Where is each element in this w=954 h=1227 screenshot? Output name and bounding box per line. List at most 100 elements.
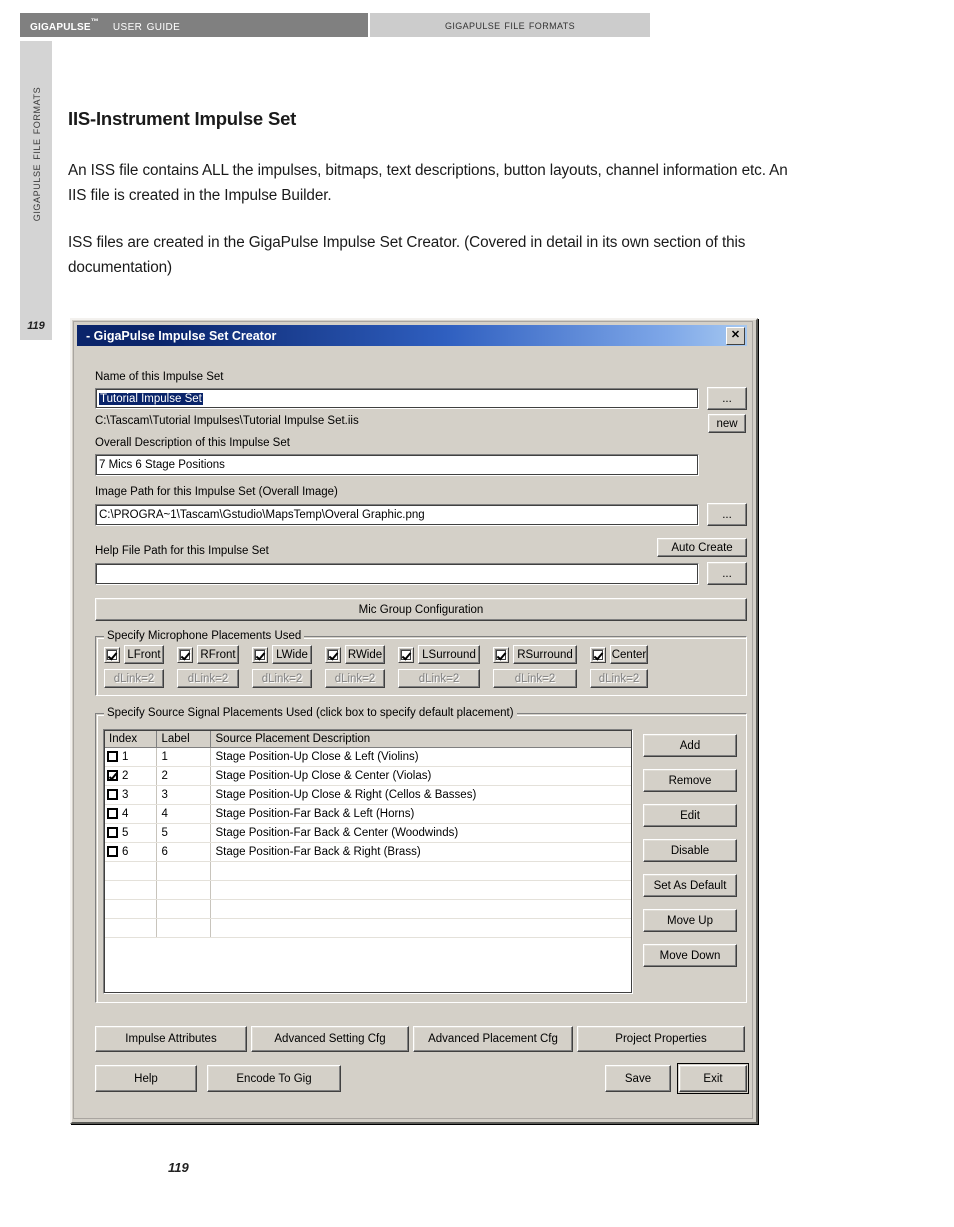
brand-logo: GigaPulse™ (30, 16, 99, 34)
mic-group-configuration-button[interactable]: Mic Group Configuration (95, 598, 747, 621)
project-properties-button[interactable]: Project Properties (577, 1026, 745, 1052)
mic-checkbox-rsurround[interactable] (493, 646, 509, 663)
grid-cell-label[interactable]: 1 (156, 747, 211, 767)
mic-checkbox-lsurround[interactable] (398, 646, 414, 663)
grid-cell-index[interactable] (104, 918, 157, 938)
mic-checkbox-rfront[interactable] (177, 646, 193, 663)
table-row[interactable]: 3 3 Stage Position-Up Close & Right (Cello… (104, 785, 632, 805)
move-up-button[interactable]: Move Up (643, 909, 737, 932)
grid-cell-label[interactable] (156, 918, 211, 938)
default-placement-checkbox[interactable] (107, 789, 118, 801)
table-row[interactable] (104, 880, 632, 900)
checkbox-icon[interactable] (495, 648, 507, 661)
grid-cell-description[interactable] (210, 918, 632, 938)
image-path-input[interactable]: C:\PROGRA~1\Tascam\Gstudio\MapsTemp\Over… (95, 504, 699, 526)
checkbox-icon[interactable] (327, 648, 339, 661)
mic-button-lfront[interactable]: LFront (124, 645, 164, 664)
edit-button[interactable]: Edit (643, 804, 737, 827)
help-path-input[interactable] (95, 563, 699, 585)
mic-checkbox-rwide[interactable] (325, 646, 341, 663)
add-button[interactable]: Add (643, 734, 737, 757)
table-row[interactable]: 4 4 Stage Position-Far Back & Left (Horns) (104, 804, 632, 824)
grid-cell-index[interactable]: 5 (104, 823, 157, 843)
grid-cell-description[interactable]: Stage Position-Far Back & Center (Woodwi… (210, 823, 632, 843)
grid-cell-description[interactable] (210, 861, 632, 881)
help-path-browse-button[interactable]: ... (707, 562, 747, 585)
mic-button-lsurround[interactable]: LSurround (418, 645, 480, 664)
grid-cell-index[interactable] (104, 899, 157, 919)
grid-cell-index[interactable]: 4 (104, 804, 157, 824)
remove-button[interactable]: Remove (643, 769, 737, 792)
mic-checkbox-center[interactable] (590, 646, 606, 663)
grid-cell-description[interactable]: Stage Position-Up Close & Right (Cellos … (210, 785, 632, 805)
grid-column-header[interactable]: Label (156, 730, 211, 748)
checkbox-icon[interactable] (179, 648, 191, 661)
help-button[interactable]: Help (95, 1065, 197, 1092)
grid-cell-index[interactable] (104, 880, 157, 900)
mic-button-center[interactable]: Center (610, 645, 648, 664)
grid-cell-index[interactable]: 6 (104, 842, 157, 862)
grid-cell-label[interactable] (156, 880, 211, 900)
disable-button[interactable]: Disable (643, 839, 737, 862)
default-placement-checkbox[interactable] (107, 770, 118, 782)
description-input[interactable]: 7 Mics 6 Stage Positions (95, 454, 699, 476)
name-browse-button[interactable]: ... (707, 387, 747, 410)
grid-column-header[interactable]: Source Placement Description (210, 730, 632, 748)
table-row[interactable]: 2 2 Stage Position-Up Close & Center (Viol… (104, 766, 632, 786)
image-path-browse-button[interactable]: ... (707, 503, 747, 526)
grid-cell-description[interactable]: Stage Position-Far Back & Right (Brass) (210, 842, 632, 862)
checkbox-icon[interactable] (592, 648, 604, 661)
default-placement-checkbox[interactable] (107, 808, 118, 820)
mic-button-rfront[interactable]: RFront (197, 645, 239, 664)
grid-cell-index[interactable]: 2 (104, 766, 157, 786)
checkbox-icon[interactable] (106, 648, 118, 661)
dlink-button-rsurround: dLink=2 (493, 669, 577, 688)
grid-cell-description[interactable]: Stage Position-Up Close & Center (Violas… (210, 766, 632, 786)
grid-cell-index[interactable]: 3 (104, 785, 157, 805)
advanced-setting-cfg-button[interactable]: Advanced Setting Cfg (251, 1026, 409, 1052)
mic-button-lwide[interactable]: LWide (272, 645, 312, 664)
grid-cell-index[interactable]: 1 (104, 747, 157, 767)
default-placement-checkbox[interactable] (107, 846, 118, 858)
auto-create-button[interactable]: Auto Create (657, 538, 747, 557)
table-row[interactable] (104, 918, 632, 938)
table-row[interactable]: 1 1 Stage Position-Up Close & Left (Violin… (104, 747, 632, 767)
impulse-attributes-button[interactable]: Impulse Attributes (95, 1026, 247, 1052)
grid-cell-description[interactable]: Stage Position-Far Back & Left (Horns) (210, 804, 632, 824)
grid-cell-label[interactable]: 3 (156, 785, 211, 805)
grid-cell-description[interactable] (210, 899, 632, 919)
grid-cell-description[interactable]: Stage Position-Up Close & Left (Violins) (210, 747, 632, 767)
source-placements-grid[interactable]: Index Label Source Placement Description 1… (103, 729, 633, 994)
new-button[interactable]: new (708, 414, 746, 433)
impulse-set-name-input[interactable]: Tutorial Impulse Set (95, 388, 699, 409)
grid-cell-label[interactable]: 5 (156, 823, 211, 843)
table-row[interactable]: 5 5 Stage Position-Far Back & Center (Wood… (104, 823, 632, 843)
table-row[interactable] (104, 861, 632, 881)
grid-cell-label[interactable] (156, 899, 211, 919)
dialog-title-bar[interactable]: - GigaPulse Impulse Set Creator ✕ (77, 325, 747, 346)
move-down-button[interactable]: Move Down (643, 944, 737, 967)
advanced-placement-cfg-button[interactable]: Advanced Placement Cfg (413, 1026, 573, 1052)
close-icon[interactable]: ✕ (726, 327, 745, 345)
table-row[interactable]: 6 6 Stage Position-Far Back & Right (Brass… (104, 842, 632, 862)
default-placement-checkbox[interactable] (107, 751, 118, 763)
default-placement-checkbox[interactable] (107, 827, 118, 839)
table-row[interactable] (104, 899, 632, 919)
mic-checkbox-lwide[interactable] (252, 646, 268, 663)
grid-column-header[interactable]: Index (104, 730, 157, 748)
grid-cell-description[interactable] (210, 880, 632, 900)
mic-button-rwide[interactable]: RWide (345, 645, 385, 664)
mic-button-rsurround[interactable]: RSurround (513, 645, 577, 664)
grid-cell-label[interactable] (156, 861, 211, 881)
checkbox-icon[interactable] (254, 648, 266, 661)
set-as-default-button[interactable]: Set As Default (643, 874, 737, 897)
grid-cell-index[interactable] (104, 861, 157, 881)
grid-cell-label[interactable]: 6 (156, 842, 211, 862)
grid-cell-label[interactable]: 4 (156, 804, 211, 824)
encode-to-gig-button[interactable]: Encode To Gig (207, 1065, 341, 1092)
exit-button[interactable]: Exit (677, 1063, 749, 1094)
grid-cell-label[interactable]: 2 (156, 766, 211, 786)
checkbox-icon[interactable] (400, 648, 412, 661)
save-button[interactable]: Save (605, 1065, 671, 1092)
mic-checkbox-lfront[interactable] (104, 646, 120, 663)
